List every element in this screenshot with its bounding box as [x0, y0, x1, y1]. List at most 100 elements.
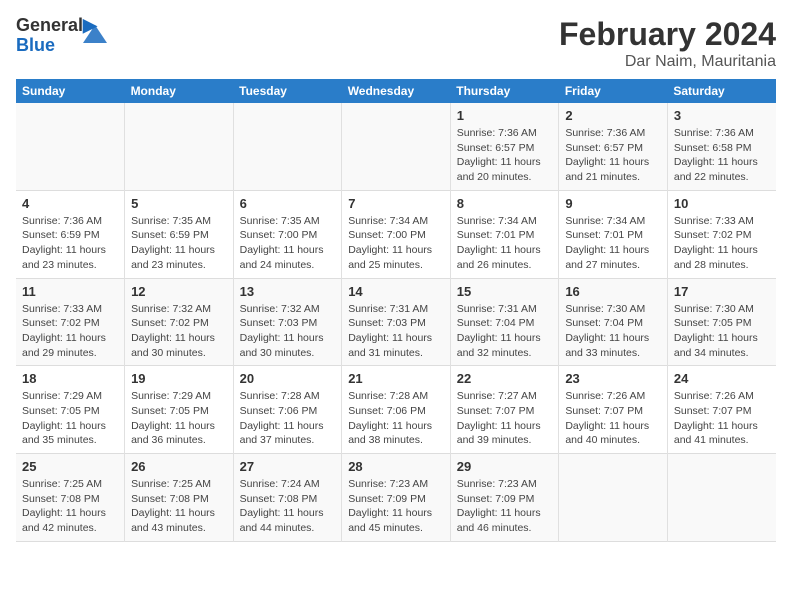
day-number: 5	[131, 196, 227, 211]
day-info: Sunrise: 7:34 AMSunset: 7:01 PMDaylight:…	[565, 214, 661, 273]
day-info: Sunrise: 7:36 AMSunset: 6:57 PMDaylight:…	[457, 126, 553, 185]
day-number: 28	[348, 459, 444, 474]
day-number: 8	[457, 196, 553, 211]
day-number: 16	[565, 284, 661, 299]
day-number: 2	[565, 108, 661, 123]
calendar-table: SundayMondayTuesdayWednesdayThursdayFrid…	[16, 79, 776, 542]
day-number: 18	[22, 371, 118, 386]
page-header: General▶ Blue February 2024 Dar Naim, Ma…	[16, 16, 776, 71]
day-number: 24	[674, 371, 770, 386]
day-number: 22	[457, 371, 553, 386]
day-info: Sunrise: 7:34 AMSunset: 7:01 PMDaylight:…	[457, 214, 553, 273]
day-info: Sunrise: 7:36 AMSunset: 6:58 PMDaylight:…	[674, 126, 770, 185]
day-number: 6	[240, 196, 336, 211]
calendar-header: SundayMondayTuesdayWednesdayThursdayFrid…	[16, 79, 776, 103]
header-cell-sunday: Sunday	[16, 79, 125, 103]
calendar-cell: 14 Sunrise: 7:31 AMSunset: 7:03 PMDayligh…	[342, 278, 451, 366]
day-number: 3	[674, 108, 770, 123]
day-number: 25	[22, 459, 118, 474]
day-info: Sunrise: 7:34 AMSunset: 7:00 PMDaylight:…	[348, 214, 444, 273]
calendar-cell: 27Sunrise: 7:24 AMSunset: 7:08 PMDayligh…	[233, 454, 342, 542]
day-number: 9	[565, 196, 661, 211]
calendar-cell: 16 Sunrise: 7:30 AMSunset: 7:04 PMDayligh…	[559, 278, 668, 366]
day-info: Sunrise: 7:31 AMSunset: 7:03 PMDaylight:…	[348, 302, 444, 361]
day-info: Sunrise: 7:25 AMSunset: 7:08 PMDaylight:…	[131, 477, 227, 536]
calendar-cell: 7Sunrise: 7:34 AMSunset: 7:00 PMDaylight…	[342, 190, 451, 278]
day-info: Sunrise: 7:30 AMSunset: 7:04 PMDaylight:…	[565, 302, 661, 361]
header-row: SundayMondayTuesdayWednesdayThursdayFrid…	[16, 79, 776, 103]
calendar-cell: 25 Sunrise: 7:25 AMSunset: 7:08 PMDayligh…	[16, 454, 125, 542]
calendar-cell	[342, 103, 451, 190]
day-info: Sunrise: 7:26 AMSunset: 7:07 PMDaylight:…	[565, 389, 661, 448]
day-info: Sunrise: 7:33 AMSunset: 7:02 PMDaylight:…	[674, 214, 770, 273]
page-title: February 2024	[559, 16, 776, 53]
calendar-cell: 1 Sunrise: 7:36 AMSunset: 6:57 PMDaylight…	[450, 103, 559, 190]
day-number: 11	[22, 284, 118, 299]
calendar-cell	[559, 454, 668, 542]
day-number: 15	[457, 284, 553, 299]
calendar-cell: 23 Sunrise: 7:26 AMSunset: 7:07 PMDayligh…	[559, 366, 668, 454]
calendar-cell: 26 Sunrise: 7:25 AMSunset: 7:08 PMDayligh…	[125, 454, 234, 542]
calendar-cell: 17 Sunrise: 7:30 AMSunset: 7:05 PMDayligh…	[667, 278, 776, 366]
day-number: 1	[457, 108, 553, 123]
calendar-cell: 20 Sunrise: 7:28 AMSunset: 7:06 PMDayligh…	[233, 366, 342, 454]
calendar-week-4: 18 Sunrise: 7:29 AMSunset: 7:05 PMDayligh…	[16, 366, 776, 454]
day-number: 29	[457, 459, 553, 474]
calendar-cell	[667, 454, 776, 542]
day-info: Sunrise: 7:29 AMSunset: 7:05 PMDaylight:…	[22, 389, 118, 448]
header-cell-monday: Monday	[125, 79, 234, 103]
day-info: Sunrise: 7:36 AMSunset: 6:59 PMDaylight:…	[22, 214, 118, 273]
day-number: 14	[348, 284, 444, 299]
calendar-cell: 22 Sunrise: 7:27 AMSunset: 7:07 PMDayligh…	[450, 366, 559, 454]
calendar-body: 1 Sunrise: 7:36 AMSunset: 6:57 PMDaylight…	[16, 103, 776, 541]
day-info: Sunrise: 7:28 AMSunset: 7:06 PMDaylight:…	[240, 389, 336, 448]
calendar-cell: 5 Sunrise: 7:35 AMSunset: 6:59 PMDaylight…	[125, 190, 234, 278]
calendar-cell: 18 Sunrise: 7:29 AMSunset: 7:05 PMDayligh…	[16, 366, 125, 454]
calendar-cell: 24 Sunrise: 7:26 AMSunset: 7:07 PMDayligh…	[667, 366, 776, 454]
header-cell-thursday: Thursday	[450, 79, 559, 103]
calendar-cell: 19 Sunrise: 7:29 AMSunset: 7:05 PMDayligh…	[125, 366, 234, 454]
calendar-cell	[125, 103, 234, 190]
day-info: Sunrise: 7:29 AMSunset: 7:05 PMDaylight:…	[131, 389, 227, 448]
header-cell-tuesday: Tuesday	[233, 79, 342, 103]
day-number: 17	[674, 284, 770, 299]
day-number: 26	[131, 459, 227, 474]
day-info: Sunrise: 7:28 AMSunset: 7:06 PMDaylight:…	[348, 389, 444, 448]
day-number: 4	[22, 196, 118, 211]
calendar-cell: 2Sunrise: 7:36 AMSunset: 6:57 PMDaylight…	[559, 103, 668, 190]
day-info: Sunrise: 7:26 AMSunset: 7:07 PMDaylight:…	[674, 389, 770, 448]
calendar-week-5: 25 Sunrise: 7:25 AMSunset: 7:08 PMDayligh…	[16, 454, 776, 542]
day-info: Sunrise: 7:35 AMSunset: 7:00 PMDaylight:…	[240, 214, 336, 273]
calendar-cell: 21 Sunrise: 7:28 AMSunset: 7:06 PMDayligh…	[342, 366, 451, 454]
day-info: Sunrise: 7:30 AMSunset: 7:05 PMDaylight:…	[674, 302, 770, 361]
day-info: Sunrise: 7:32 AMSunset: 7:02 PMDaylight:…	[131, 302, 227, 361]
day-number: 19	[131, 371, 227, 386]
day-number: 10	[674, 196, 770, 211]
calendar-cell: 10 Sunrise: 7:33 AMSunset: 7:02 PMDayligh…	[667, 190, 776, 278]
day-number: 20	[240, 371, 336, 386]
calendar-week-2: 4 Sunrise: 7:36 AMSunset: 6:59 PMDaylight…	[16, 190, 776, 278]
calendar-cell: 8 Sunrise: 7:34 AMSunset: 7:01 PMDaylight…	[450, 190, 559, 278]
day-number: 13	[240, 284, 336, 299]
header-cell-wednesday: Wednesday	[342, 79, 451, 103]
day-number: 12	[131, 284, 227, 299]
day-info: Sunrise: 7:24 AMSunset: 7:08 PMDaylight:…	[240, 477, 336, 536]
calendar-cell: 4 Sunrise: 7:36 AMSunset: 6:59 PMDaylight…	[16, 190, 125, 278]
day-number: 21	[348, 371, 444, 386]
day-info: Sunrise: 7:31 AMSunset: 7:04 PMDaylight:…	[457, 302, 553, 361]
day-info: Sunrise: 7:33 AMSunset: 7:02 PMDaylight:…	[22, 302, 118, 361]
day-info: Sunrise: 7:25 AMSunset: 7:08 PMDaylight:…	[22, 477, 118, 536]
day-info: Sunrise: 7:27 AMSunset: 7:07 PMDaylight:…	[457, 389, 553, 448]
page-subtitle: Dar Naim, Mauritania	[559, 53, 776, 71]
title-block: February 2024 Dar Naim, Mauritania	[559, 16, 776, 71]
day-info: Sunrise: 7:23 AMSunset: 7:09 PMDaylight:…	[457, 477, 553, 536]
header-cell-saturday: Saturday	[667, 79, 776, 103]
calendar-cell: 29 Sunrise: 7:23 AMSunset: 7:09 PMDayligh…	[450, 454, 559, 542]
calendar-cell: 3 Sunrise: 7:36 AMSunset: 6:58 PMDaylight…	[667, 103, 776, 190]
day-number: 23	[565, 371, 661, 386]
day-info: Sunrise: 7:23 AMSunset: 7:09 PMDaylight:…	[348, 477, 444, 536]
calendar-week-1: 1 Sunrise: 7:36 AMSunset: 6:57 PMDaylight…	[16, 103, 776, 190]
day-info: Sunrise: 7:35 AMSunset: 6:59 PMDaylight:…	[131, 214, 227, 273]
logo-icon	[81, 23, 109, 45]
day-info: Sunrise: 7:32 AMSunset: 7:03 PMDaylight:…	[240, 302, 336, 361]
